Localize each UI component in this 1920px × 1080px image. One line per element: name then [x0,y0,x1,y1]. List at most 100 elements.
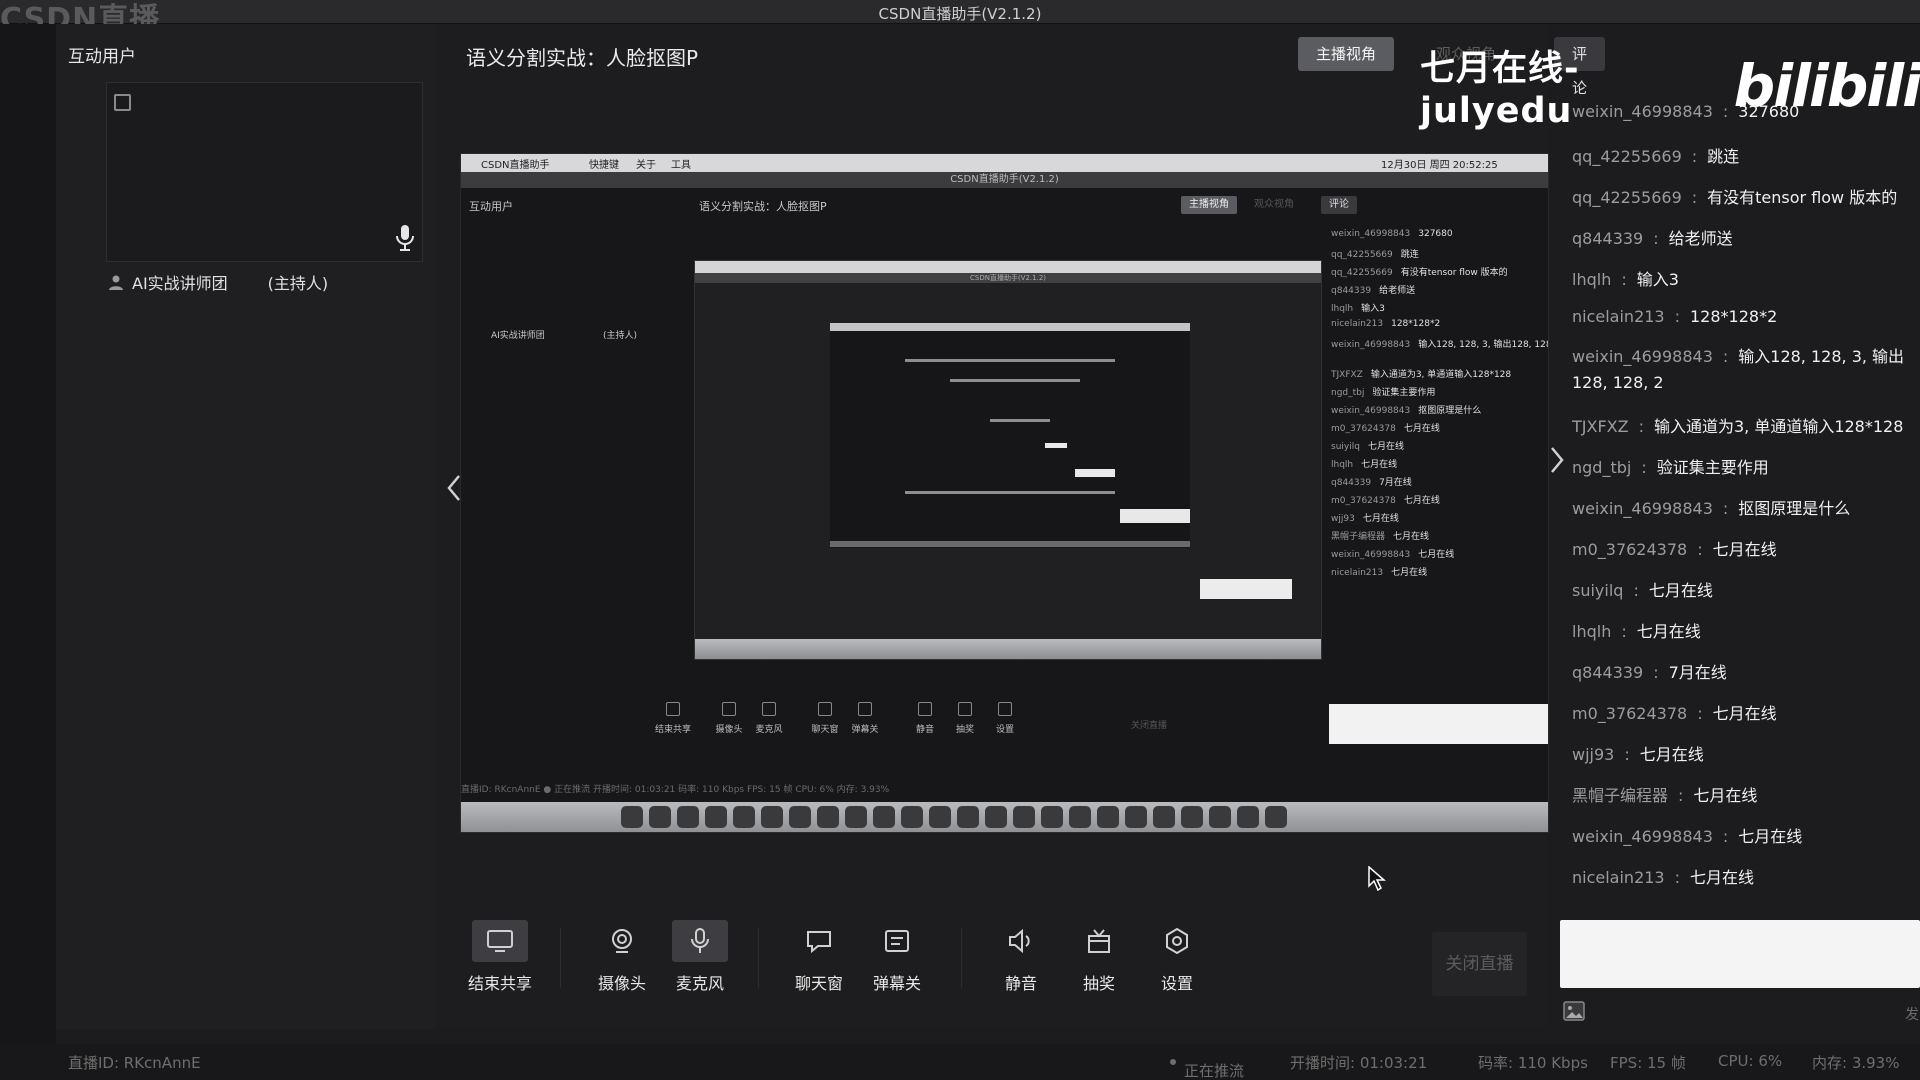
danmaku-button[interactable]: 弹幕关 [857,920,937,994]
live-dot-icon [1170,1058,1176,1065]
chat-message: qq_42255669: 跳连 [1572,147,1740,166]
mute-button[interactable]: 静音 [981,920,1061,994]
title-bar: CSDN直播 CSDN直播助手(V2.1.2) [0,0,1920,37]
shared-chat-line: weixin_46998843 327680 [1331,229,1453,239]
stage-title: 语义分割实战：人脸抠图P [466,46,699,70]
nested-dock [695,639,1321,659]
nested-input-block [1200,579,1292,599]
lottery-label: 抽奖 [1082,974,1115,993]
chat-message: q844339:7月在线 [1572,663,1727,682]
settings-label: 设置 [1160,974,1193,993]
shared-chat-line: wjj93 七月在线 [1331,514,1399,524]
chat-input[interactable] [1560,920,1920,988]
shared-tool: 结束共享 [651,702,695,735]
chat-panel: weixin_46998843:327680 qq_42255669: 跳连 qq… [1560,90,1920,1030]
microphone-icon [672,920,728,962]
speaker-icon [993,920,1049,962]
shared-chat-line: suiyilq 七月在线 [1331,442,1404,452]
shared-host-view-button: 主播视角 [1181,196,1237,214]
settings-button[interactable]: 设置 [1137,920,1217,994]
host-role: (主持人) [267,274,329,293]
chat-message: weixin_46998843: 七月在线 [1572,827,1803,846]
glitch-line [830,323,1190,331]
glitch-line [1120,509,1190,523]
gear-icon [1149,920,1205,962]
glitch-line [905,491,1115,494]
shared-tool: 抽奖 [943,702,987,735]
shared-menu-tools: 工具 [671,160,691,171]
chat-window-label: 聊天窗 [794,974,843,993]
chat-window-button[interactable]: 聊天窗 [779,920,859,994]
shared-tool: 静音 [903,702,947,735]
shared-menu-shortcut: 快捷键 [589,160,619,171]
shared-chat-input [1329,704,1548,744]
mic-button[interactable]: 麦克风 [660,920,740,994]
shared-end-live: 关闭直播 [1130,721,1167,731]
shared-chat-line: qq_42255669 有没有tensor flow 版本的 [1331,268,1508,278]
shared-tool: 弹幕关 [843,702,887,735]
chat-message: TJXFXZ: 输入通道为3, 单通道输入128*128 [1572,417,1904,436]
shared-chat-line: lhqlh 输入3 [1331,304,1385,314]
shared-tool: 聊天窗 [803,702,847,735]
shared-chat-line: m0_37624378 七月在线 [1331,424,1440,434]
chat-message: ngd_tbj: 验证集主要作用 [1572,458,1769,477]
shared-menu-about: 关于 [636,160,656,171]
glitch-line [990,419,1050,422]
glitch-line [830,541,1190,547]
nested-glitch-frame [830,323,1190,548]
shared-window-title: CSDN直播助手(V2.1.2) [461,172,1548,188]
microphone-icon[interactable] [394,223,416,253]
toolbar-divider [961,928,962,988]
chat-message: 黑帽子编程器: 七月在线 [1572,786,1758,805]
checkbox-icon[interactable] [114,94,131,111]
bottom-toolbar: 结束共享 摄像头 麦克风 聊天窗 弹幕关 静音 抽奖 设置 关闭直播 [436,920,1548,1010]
streaming-status: 正在推流 [1170,1052,1244,1080]
host-name: AI实战讲师团 [132,274,228,293]
shared-tool: 麦克风 [747,702,791,735]
end-share-button[interactable]: 结束共享 [460,920,540,994]
shared-dock [461,802,1548,832]
status-bar: 直播ID: RKcnAnnE 正在推流 开播时间: 01:03:21 码率: 1… [0,1044,1920,1080]
shared-comment-button: 评论 [1321,196,1357,214]
chat-message: suiyilq: 七月在线 [1572,581,1713,600]
cpu-usage: CPU: 6% [1718,1052,1783,1070]
window-title: CSDN直播助手(V2.1.2) [878,5,1042,23]
dock-icons [621,806,1287,828]
bitrate: 码率: 110 Kbps [1478,1054,1588,1072]
host-view-button[interactable]: 主播视角 [1298,37,1395,71]
mouse-pointer-icon [1368,866,1386,892]
shared-chat-line: nicelain213 128*128*2 [1331,319,1441,329]
person-icon [109,275,123,290]
chat-message: weixin_46998843:327680 [1572,102,1800,121]
lottery-button[interactable]: 抽奖 [1059,920,1139,994]
chat-message: m0_37624378: 七月在线 [1572,704,1777,723]
end-live-button[interactable]: 关闭直播 [1432,932,1527,996]
nested-window-title: CSDN直播助手(V2.1.2) [695,273,1321,283]
nested-screen-preview: CSDN直播助手(V2.1.2) [694,260,1322,660]
camera-button[interactable]: 摄像头 [582,920,662,994]
host-user-row[interactable]: AI实战讲师团 (主持人) [108,270,328,294]
shared-chat-line: lhqlh 七月在线 [1331,460,1398,470]
shared-chat-line: weixin_46998843 输入128, 128, 3, 输出128, 128… [1331,340,1549,350]
shared-chat-line: q844339 7月在线 [1331,478,1412,488]
left-strip [0,24,56,1080]
glitch-line [905,359,1115,362]
gift-icon [1071,920,1127,962]
shared-tool: 设置 [983,702,1027,735]
shared-users-title: 互动用户 [469,200,513,213]
shared-chat-line: qq_42255669 跳连 [1331,250,1419,260]
shared-chat-line: q844339 给老师送 [1331,286,1416,296]
shared-chat-line: m0_37624378 七月在线 [1331,496,1440,506]
toolbar-divider [758,928,759,988]
image-icon[interactable] [1563,1001,1585,1021]
live-id: 直播ID: RKcnAnnE [68,1054,201,1072]
shared-screen-preview: CSDN直播助手 快捷键 关于 工具 12月30日 周四 20:52:25 CS… [460,153,1549,833]
camera-icon [594,920,650,962]
shared-menubar: CSDN直播助手 快捷键 关于 工具 12月30日 周四 20:52:25 [461,154,1548,172]
send-button[interactable]: 发 [1905,1004,1919,1024]
chat-message: lhqlh: 输入3 [1572,270,1679,289]
glitch-line [1075,469,1115,477]
chat-message: weixin_46998843: 抠图原理是什么 [1572,499,1851,518]
screen-share-icon [472,920,528,962]
danmaku-label: 弹幕关 [872,974,921,993]
